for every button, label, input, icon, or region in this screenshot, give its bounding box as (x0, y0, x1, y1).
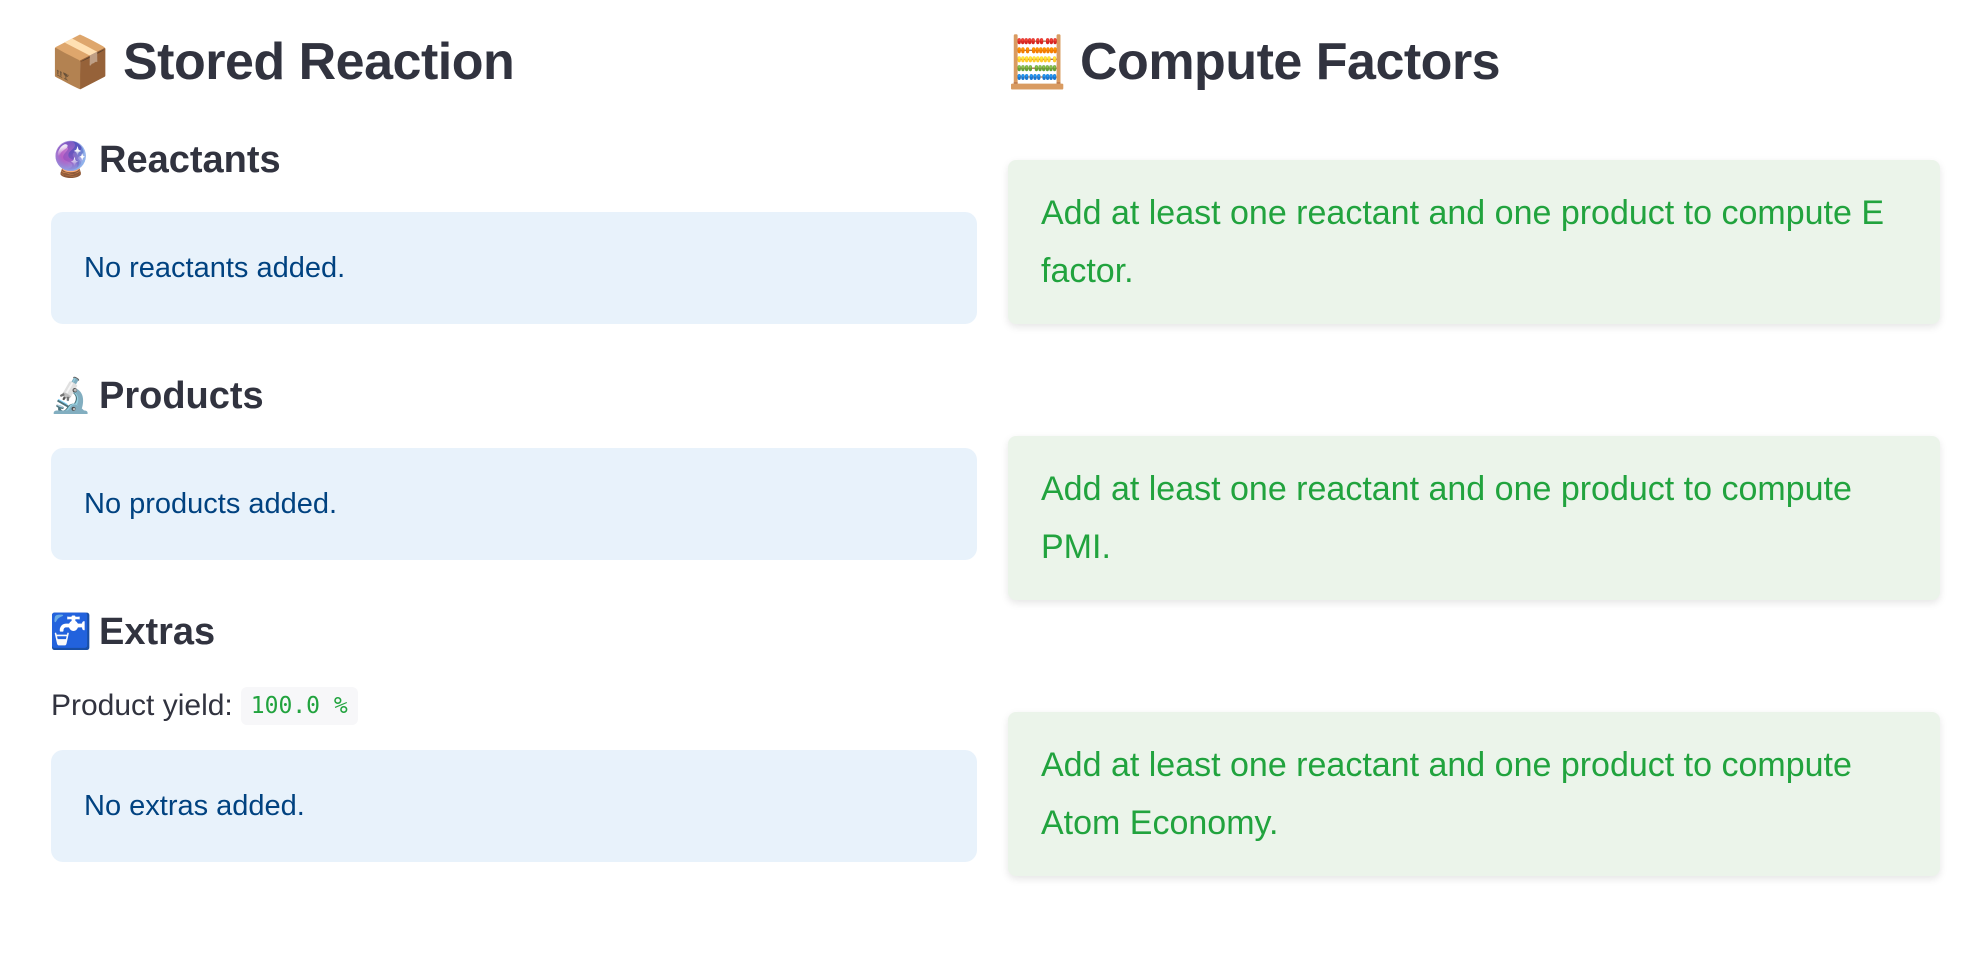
products-heading-text: Products (99, 374, 264, 417)
reactants-heading-text: Reactants (99, 138, 281, 181)
pmi-message: Add at least one reactant and one produc… (1041, 470, 1852, 566)
product-yield-row: Product yield: 100.0 % (51, 686, 977, 726)
atom-economy-message-box: Add at least one reactant and one produc… (1008, 712, 1940, 876)
reactants-heading: 🔮 Reactants (49, 136, 977, 184)
compute-factors-column: 🧮 Compute Factors Add at least one react… (1006, 0, 1940, 876)
stored-reaction-title: 📦 Stored Reaction (49, 26, 977, 98)
products-heading: 🔬 Products (49, 372, 977, 420)
crystal-ball-icon: 🔮 (49, 141, 93, 179)
extras-heading: 🚰 Extras (49, 608, 977, 656)
reactants-info-box: No reactants added. (51, 212, 977, 324)
extras-info-box: No extras added. (51, 750, 977, 862)
e-factor-message: Add at least one reactant and one produc… (1041, 194, 1885, 290)
pmi-message-box: Add at least one reactant and one produc… (1008, 436, 1940, 600)
package-icon: 📦 (49, 33, 111, 90)
compute-factors-title: 🧮 Compute Factors (1006, 26, 1940, 98)
stored-reaction-title-text: Stored Reaction (123, 33, 515, 91)
e-factor-message-box: Add at least one reactant and one produc… (1008, 160, 1940, 324)
products-empty-message: No products added. (84, 487, 338, 520)
product-yield-value: 100.0 % (240, 687, 358, 725)
abacus-icon: 🧮 (1006, 33, 1068, 90)
faucet-icon: 🚰 (49, 613, 93, 651)
compute-factors-title-text: Compute Factors (1080, 33, 1501, 91)
stored-reaction-column: 📦 Stored Reaction 🔮 Reactants No reactan… (49, 0, 977, 862)
reactants-empty-message: No reactants added. (84, 251, 346, 284)
products-info-box: No products added. (51, 448, 977, 560)
product-yield-label: Product yield: (51, 689, 233, 722)
extras-heading-text: Extras (99, 610, 216, 653)
extras-empty-message: No extras added. (84, 789, 305, 822)
microscope-icon: 🔬 (49, 377, 93, 415)
atom-economy-message: Add at least one reactant and one produc… (1041, 746, 1852, 842)
